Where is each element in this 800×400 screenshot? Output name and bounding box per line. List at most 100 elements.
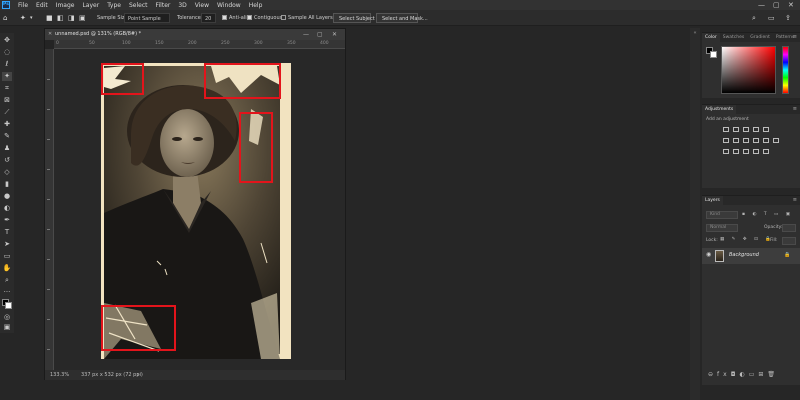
layer-visibility-eye-icon[interactable]: ◉ xyxy=(706,251,711,258)
doc-minimize-icon[interactable]: — xyxy=(303,29,309,40)
levels-icon[interactable] xyxy=(733,127,739,132)
maximize-button[interactable]: ▢ xyxy=(773,0,780,10)
lasso-tool-icon[interactable]: ℓ xyxy=(2,60,12,69)
color-lookup-icon[interactable] xyxy=(773,138,779,143)
hand-tool-icon[interactable]: ✋ xyxy=(2,264,12,273)
gradient-map-icon[interactable] xyxy=(753,149,759,154)
crop-tool-icon[interactable]: ⌗ xyxy=(2,84,12,93)
menu-type[interactable]: Type xyxy=(103,2,125,9)
dodge-tool-icon[interactable]: ◐ xyxy=(2,204,12,213)
tool-preset-chevron-icon[interactable]: ▾ xyxy=(30,13,33,23)
eyedropper-tool-icon[interactable]: ⟋ xyxy=(2,108,12,117)
tab-layers[interactable]: Layers xyxy=(702,196,723,205)
layer-style-icon[interactable]: fx xyxy=(717,371,731,378)
more-tools-icon[interactable]: ··· xyxy=(2,288,12,297)
curves-icon[interactable] xyxy=(743,127,749,132)
exposure-icon[interactable] xyxy=(753,127,759,132)
vibrance-icon[interactable] xyxy=(763,127,769,132)
screen-mode-icon[interactable]: ▣ xyxy=(2,323,12,332)
tab-adjustments[interactable]: Adjustments xyxy=(702,105,737,114)
background-swatch[interactable] xyxy=(710,51,717,58)
tab-color[interactable]: Color xyxy=(702,33,720,42)
contiguous-checkbox[interactable] xyxy=(247,15,252,20)
eraser-tool-icon[interactable]: ◇ xyxy=(2,168,12,177)
saturation-brightness-field[interactable] xyxy=(721,46,776,94)
menu-image[interactable]: Image xyxy=(52,2,79,9)
type-tool-icon[interactable]: T xyxy=(2,228,12,237)
healing-brush-icon[interactable]: ✚ xyxy=(2,120,12,129)
frame-tool-icon[interactable]: ⊠ xyxy=(2,96,12,105)
shape-tool-icon[interactable]: ▭ xyxy=(2,252,12,261)
hue-slider[interactable] xyxy=(782,46,789,94)
delete-layer-icon[interactable]: 🗑 xyxy=(767,371,779,378)
invert-icon[interactable] xyxy=(723,149,729,154)
marquee-tool-icon[interactable]: ◌ xyxy=(2,48,12,57)
menu-filter[interactable]: Filter xyxy=(152,2,175,9)
selective-color-icon[interactable] xyxy=(763,149,769,154)
contiguous-checkbox-group[interactable]: Contiguous xyxy=(247,13,282,23)
sample-all-layers-group[interactable]: Sample All Layers xyxy=(281,13,333,23)
magic-wand-tool-icon[interactable]: ✦ xyxy=(20,13,26,23)
status-arrow-icon[interactable]: › xyxy=(137,370,139,380)
panel-menu-icon[interactable]: ≡ xyxy=(793,33,797,42)
sample-size-select[interactable]: Point Sample xyxy=(124,13,170,23)
link-layers-icon[interactable]: ⊖ xyxy=(708,371,717,378)
workspace-icon[interactable]: ▭ xyxy=(768,13,775,23)
magic-wand-tool-icon[interactable]: ✦ xyxy=(2,72,12,81)
select-subject-button[interactable]: Select Subject xyxy=(333,13,375,23)
new-adjustment-icon[interactable]: ◐ xyxy=(739,371,748,378)
adjustments-menu-icon[interactable]: ≡ xyxy=(793,105,797,114)
canvas[interactable] xyxy=(54,49,345,370)
close-window-button[interactable]: ✕ xyxy=(788,0,794,10)
layer-row-background[interactable]: ◉ Background 🔒 xyxy=(702,248,800,264)
history-brush-icon[interactable]: ↺ xyxy=(2,156,12,165)
sample-all-layers-checkbox[interactable] xyxy=(281,15,286,20)
background-color-swatch[interactable] xyxy=(5,302,12,309)
zoom-level[interactable]: 133.3% xyxy=(50,370,69,380)
pen-tool-icon[interactable]: ✒ xyxy=(2,216,12,225)
new-selection-icon[interactable]: ■ xyxy=(46,13,53,23)
clone-stamp-icon[interactable]: ♟ xyxy=(2,144,12,153)
layer-name[interactable]: Background xyxy=(729,252,759,258)
lock-icons[interactable]: ▦ ✎ ✥ ⊡ 🔒 xyxy=(720,237,774,242)
subtract-selection-icon[interactable]: ◨ xyxy=(68,13,75,23)
close-tab-icon[interactable]: ✕ xyxy=(48,29,52,40)
menu-file[interactable]: File xyxy=(14,2,32,9)
menu-help[interactable]: Help xyxy=(245,2,267,9)
gradient-tool-icon[interactable]: ▮ xyxy=(2,180,12,189)
layer-filter-kind[interactable]: Kind xyxy=(706,211,738,219)
layers-menu-icon[interactable]: ≡ xyxy=(793,196,797,205)
share-icon[interactable]: ⇪ xyxy=(785,13,791,23)
blur-tool-icon[interactable]: ● xyxy=(2,192,12,201)
channel-mixer-icon[interactable] xyxy=(763,138,769,143)
threshold-icon[interactable] xyxy=(743,149,749,154)
black-white-icon[interactable] xyxy=(743,138,749,143)
intersect-selection-icon[interactable]: ▣ xyxy=(79,13,86,23)
antialias-checkbox[interactable] xyxy=(222,15,227,20)
select-and-mask-button[interactable]: Select and Mask... xyxy=(376,13,428,23)
path-selection-icon[interactable]: ➤ xyxy=(2,240,12,249)
color-balance-icon[interactable] xyxy=(733,138,739,143)
menu-edit[interactable]: Edit xyxy=(32,2,52,9)
posterize-icon[interactable] xyxy=(733,149,739,154)
doc-close-icon[interactable]: ✕ xyxy=(332,29,337,40)
document-tab[interactable]: ✕ unnamed.psd @ 131% (RGB/8#) * — ▢ ✕ xyxy=(45,29,345,40)
home-icon[interactable]: ⌂ xyxy=(3,13,7,23)
menu-select[interactable]: Select xyxy=(125,2,152,9)
move-tool-icon[interactable]: ✥ xyxy=(2,36,12,45)
quick-mask-icon[interactable]: ◎ xyxy=(2,313,12,322)
minimize-button[interactable]: — xyxy=(758,0,765,10)
add-to-selection-icon[interactable]: ◧ xyxy=(57,13,64,23)
new-group-icon[interactable]: ▭ xyxy=(749,371,759,378)
blend-mode-select[interactable]: Normal xyxy=(706,224,738,232)
search-icon[interactable]: ⌕ xyxy=(752,13,756,23)
collapse-panels-icon[interactable]: « xyxy=(690,30,700,38)
brightness-contrast-icon[interactable] xyxy=(723,127,729,132)
brush-tool-icon[interactable]: ✎ xyxy=(2,132,12,141)
tab-swatches[interactable]: Swatches xyxy=(720,33,748,42)
tab-gradient[interactable]: Gradient xyxy=(747,33,773,42)
doc-restore-icon[interactable]: ▢ xyxy=(317,29,323,40)
tolerance-input[interactable]: 20 xyxy=(201,13,216,23)
zoom-tool-icon[interactable]: ⌕ xyxy=(2,276,12,285)
hue-saturation-icon[interactable] xyxy=(723,138,729,143)
